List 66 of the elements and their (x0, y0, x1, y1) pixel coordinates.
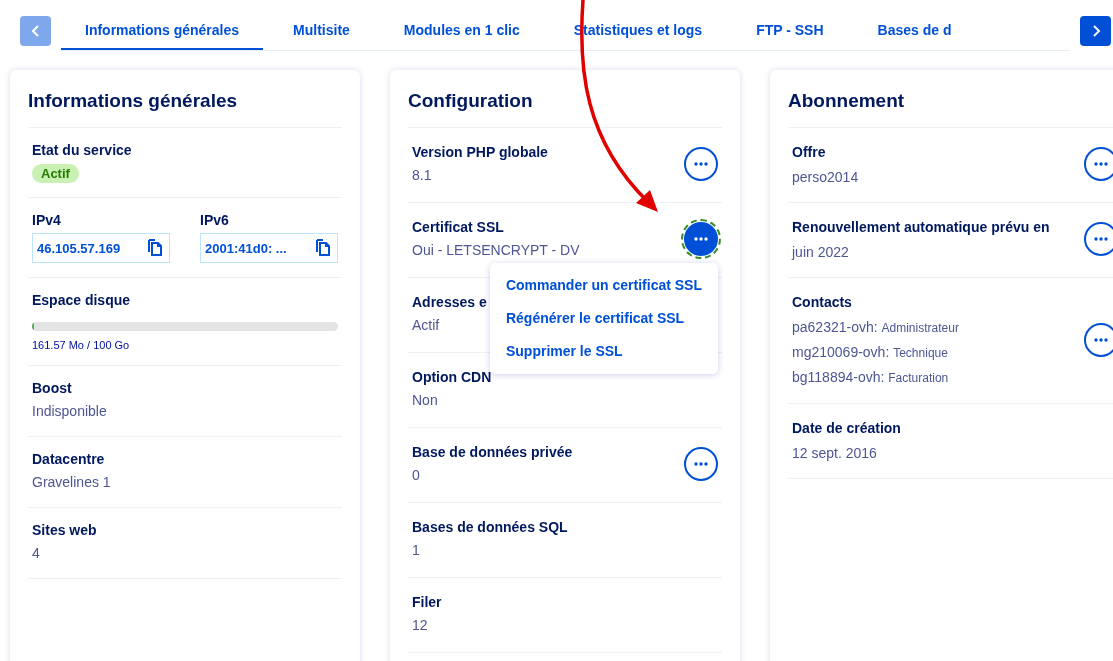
field-label: Base de données privée (412, 443, 573, 462)
field-value: Actif (412, 316, 440, 335)
tab[interactable]: FTP - SSH (732, 11, 848, 50)
more-icon (694, 462, 708, 466)
field-value: 1 (412, 541, 420, 560)
contact-line: bg118894-ovh: Facturation (792, 368, 949, 387)
field-value: 12 (412, 616, 428, 635)
field-label: Version PHP globale (412, 143, 548, 162)
disk-usage-reading: 161.57 Mo / 100 Go (32, 339, 131, 351)
tab[interactable]: Multisite (269, 11, 374, 50)
more-icon (694, 237, 708, 241)
field-value: perso2014 (792, 168, 859, 187)
field-label: IPv6 (200, 211, 230, 230)
tab[interactable]: Bases de d (853, 11, 976, 50)
chevron-right-icon (1090, 25, 1101, 37)
menu-item[interactable]: Régénérer le certificat SSL (489, 302, 718, 335)
field-label: Option CDN (412, 368, 492, 387)
menu-item[interactable]: Supprimer le SSL (489, 335, 718, 368)
field-label: Filer (412, 593, 442, 612)
more-icon (1094, 162, 1108, 166)
field-label: Espace disque (32, 291, 132, 310)
ip-field[interactable]: 2001:41d0: ... (200, 233, 338, 263)
tab[interactable]: Informations générales (61, 11, 264, 50)
field-label: Boost (32, 379, 73, 398)
more-button[interactable] (684, 447, 718, 481)
chevron-left-icon (30, 25, 41, 37)
field-label: Datacentre (32, 450, 106, 469)
field-value: Non (412, 391, 438, 410)
status-badge: Actif (32, 164, 79, 183)
field-label: Adresses e (412, 293, 487, 312)
card-title: Configuration (408, 90, 722, 128)
field-label: Renouvellement automatique prévu en (792, 218, 1050, 237)
field-value: 4 (32, 544, 41, 563)
more-button[interactable] (1084, 322, 1113, 357)
contact-line: pa62321-ovh: Administrateur (792, 318, 959, 337)
next-button[interactable] (1080, 16, 1111, 46)
more-button[interactable] (684, 222, 718, 256)
more-icon (1094, 337, 1108, 342)
field-value: juin 2022 (792, 243, 849, 262)
tab[interactable]: Modules en 1 clic (379, 11, 544, 50)
more-button[interactable] (1084, 147, 1113, 181)
field-label: Contacts (792, 293, 852, 312)
field-label: Certificat SSL (412, 218, 504, 237)
copy-icon[interactable] (147, 239, 163, 257)
field-label: IPv4 (32, 211, 62, 230)
more-button[interactable] (684, 147, 718, 181)
more-icon (1094, 237, 1108, 241)
field-value: Gravelines 1 (32, 473, 112, 492)
contact-line: mg210069-ovh: Technique (792, 343, 948, 362)
ip-field[interactable]: 46.105.57.169 (32, 233, 170, 263)
field-value: Indisponible (32, 402, 108, 421)
field-label: Bases de données SQL (412, 518, 568, 537)
field-value: 0 (412, 466, 420, 485)
copy-icon[interactable] (315, 239, 331, 257)
more-button[interactable] (1084, 222, 1113, 256)
field-value: Oui - LETSENCRYPT - DV (412, 241, 580, 260)
card-title: Informations générales (28, 90, 342, 128)
field-value: 12 sept. 2016 (792, 444, 877, 463)
menu-item[interactable]: Commander un certificat SSL (489, 269, 718, 302)
field-label: Etat du service (32, 141, 133, 160)
field-value: 8.1 (412, 166, 432, 185)
field-label: Offre (792, 143, 826, 162)
field-label: Date de création (792, 419, 901, 438)
card-title: Abonnement (788, 90, 1113, 128)
more-icon (694, 162, 708, 166)
field-label: Sites web (32, 521, 98, 540)
